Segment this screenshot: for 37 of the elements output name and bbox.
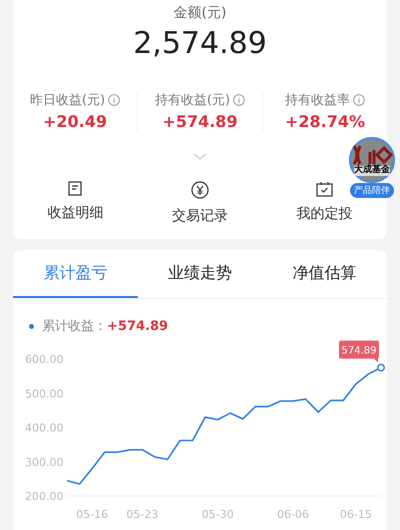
x-axis-label: 05-16 bbox=[76, 508, 108, 521]
stat-label: 昨日收益(元) bbox=[30, 92, 106, 109]
legend-value: +574.89 bbox=[107, 318, 168, 334]
chevron-down-icon[interactable] bbox=[193, 153, 207, 161]
amount-value: 2,574.89 bbox=[133, 26, 267, 61]
legend-dot bbox=[29, 324, 34, 328]
stat-label: 持有收益率 bbox=[285, 92, 350, 109]
x-axis-label: 06-15 bbox=[340, 508, 372, 521]
badge-tag[interactable]: 产品陪伴 bbox=[350, 183, 394, 198]
y-axis-label: 600.00 bbox=[25, 353, 64, 366]
tab[interactable]: 累计盈亏 bbox=[13, 250, 138, 298]
info-icon[interactable] bbox=[353, 94, 365, 106]
stat-label: 持有收益(元) bbox=[154, 92, 230, 109]
tab[interactable]: 业绩走势 bbox=[138, 250, 262, 298]
y-axis-label: 300.00 bbox=[25, 456, 64, 469]
amount-label: 金额(元) bbox=[174, 4, 226, 22]
legend-label: 累计收益： bbox=[42, 318, 107, 335]
yen-coin-icon[interactable] bbox=[191, 181, 209, 199]
action-link[interactable]: 收益明细 bbox=[47, 204, 104, 222]
value-tooltip: 574.89 bbox=[339, 340, 379, 363]
calendar-icon[interactable] bbox=[316, 181, 334, 197]
document-icon[interactable] bbox=[68, 181, 82, 196]
action-link[interactable]: 交易记录 bbox=[172, 207, 228, 225]
info-icon[interactable] bbox=[233, 94, 246, 106]
tab[interactable]: 净值估算 bbox=[262, 250, 388, 298]
stat-value: +574.89 bbox=[162, 112, 238, 131]
x-axis-label: 05-30 bbox=[202, 508, 234, 521]
action-link[interactable]: 我的定投 bbox=[296, 205, 353, 223]
fund-logo[interactable]: 大成基金 bbox=[349, 137, 395, 183]
x-axis-label: 06-06 bbox=[277, 508, 310, 521]
info-icon[interactable] bbox=[108, 94, 120, 106]
y-axis-label: 500.00 bbox=[25, 387, 64, 400]
x-axis-label: 05-23 bbox=[126, 508, 158, 521]
stat-value: +28.74% bbox=[284, 112, 366, 131]
y-axis-label: 400.00 bbox=[25, 422, 64, 434]
y-axis-label: 200.00 bbox=[25, 490, 64, 503]
stat-value: +20.49 bbox=[42, 112, 107, 131]
